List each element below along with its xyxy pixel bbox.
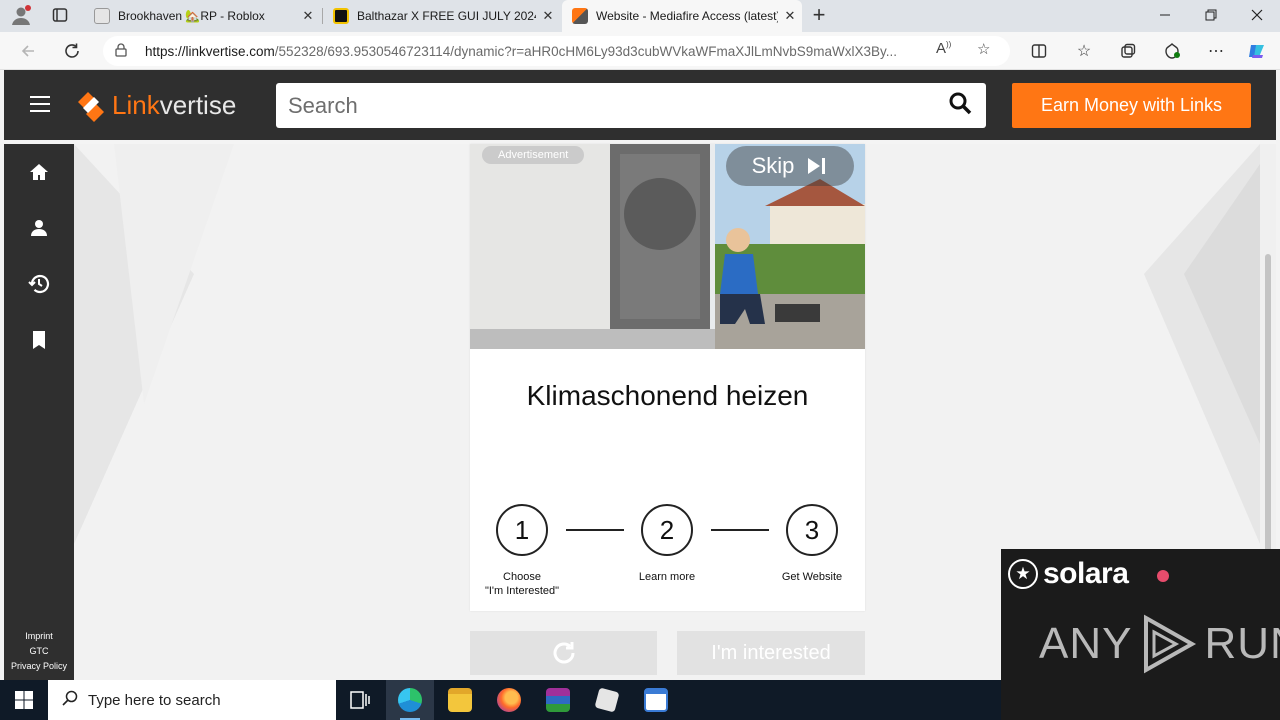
gtc-link[interactable]: GTC (4, 644, 74, 659)
window-close-icon[interactable] (1244, 3, 1270, 27)
copilot-icon[interactable] (1244, 39, 1270, 63)
linkvertise-logo-icon (78, 92, 104, 122)
tab-balthazar[interactable]: Balthazar X FREE GUI JULY 2024 | rscript… (323, 0, 560, 32)
ad-card: Advertisement Skip Klimaschonend heizen … (470, 144, 865, 611)
minimize-icon[interactable] (1152, 3, 1178, 27)
windows-taskbar: Type here to search (0, 680, 1001, 720)
refresh-icon (553, 642, 574, 664)
close-icon[interactable]: ✕ (536, 8, 560, 24)
anyrun-watermark: ANY RUN (1039, 614, 1280, 674)
start-button[interactable] (0, 680, 48, 720)
imprint-link[interactable]: Imprint (4, 629, 74, 644)
step-number: 3 (786, 504, 838, 556)
linkvertise-favicon-icon (572, 8, 588, 24)
logo-text-vertise: vertise (159, 89, 237, 120)
app-window-icon[interactable] (632, 680, 680, 720)
step-label-line1: Choose (503, 571, 541, 583)
step-label: Get Website (757, 570, 867, 584)
favorite-star-icon[interactable]: ☆ (977, 40, 990, 58)
close-icon[interactable]: ✕ (778, 8, 802, 24)
watermark-text-right: RUN (1204, 619, 1280, 668)
tab-actions-icon[interactable] (47, 3, 73, 27)
user-icon[interactable] (27, 216, 51, 240)
linkvertise-logo[interactable]: Link vertise (74, 88, 236, 122)
history-icon[interactable] (27, 272, 51, 296)
taskbar-search-placeholder: Type here to search (88, 691, 221, 709)
tab-title: Brookhaven 🏡RP - Roblox (118, 9, 265, 23)
refresh-ad-button[interactable] (470, 631, 657, 675)
skip-label: Skip (751, 153, 795, 178)
taskbar-search-input[interactable]: Type here to search (48, 680, 336, 720)
search-placeholder: Search (288, 92, 358, 118)
bookmark-icon[interactable] (27, 328, 51, 352)
solara-title: solara (1043, 557, 1129, 590)
task-view-icon[interactable] (336, 680, 384, 720)
windows-logo-icon (15, 691, 33, 709)
sidebar-footer: Imprint GTC Privacy Policy (4, 629, 74, 674)
restore-icon[interactable] (1198, 3, 1224, 27)
advertisement-badge: Advertisement (482, 146, 585, 164)
address-bar[interactable]: https://linkvertise.com /552328/693.9530… (103, 36, 1010, 66)
browser-tab-strip: Brookhaven 🏡RP - Roblox ✕ Balthazar X FR… (0, 0, 1280, 32)
more-options-icon[interactable]: ⋯ (1203, 39, 1229, 63)
tab-title: Website - Mediafire Access (latest) (596, 9, 778, 23)
skip-button[interactable]: Skip (726, 146, 854, 186)
collections-icon[interactable] (1115, 39, 1141, 63)
back-icon[interactable] (15, 39, 41, 63)
split-screen-icon[interactable] (1026, 39, 1052, 63)
read-aloud-icon[interactable]: A)) (936, 40, 951, 57)
browser-toolbar: https://linkvertise.com /552328/693.9530… (0, 32, 1280, 70)
play-icon (1144, 614, 1197, 674)
roblox-taskbar-icon[interactable] (583, 680, 631, 720)
file-explorer-icon[interactable] (436, 680, 484, 720)
tab-linkvertise[interactable]: Website - Mediafire Access (latest) ✕ (562, 0, 802, 32)
step-label-line1: Get Website (781, 571, 843, 583)
new-tab-button[interactable]: + (806, 2, 832, 27)
home-icon[interactable] (27, 160, 51, 184)
menu-icon[interactable] (30, 96, 50, 112)
refresh-icon[interactable] (59, 39, 85, 63)
tab-brookhaven[interactable]: Brookhaven 🏡RP - Roblox ✕ (84, 0, 320, 32)
step-number: 1 (496, 504, 548, 556)
search-icon[interactable] (948, 91, 972, 120)
profile-icon[interactable] (8, 3, 34, 27)
step-label: Choose "I'm Interested" (467, 570, 577, 598)
ad-image[interactable]: Advertisement Skip (470, 144, 865, 349)
browser-essentials-icon[interactable] (1159, 39, 1185, 63)
winrar-icon[interactable] (534, 680, 582, 720)
search-icon (62, 690, 78, 711)
roblox-favicon-icon (94, 8, 110, 24)
edge-taskbar-icon[interactable] (386, 680, 434, 720)
sidebar: Imprint GTC Privacy Policy (4, 144, 74, 680)
firefox-icon[interactable] (485, 680, 533, 720)
interested-button[interactable]: I'm interested (677, 631, 865, 675)
ad-headline: Klimaschonend heizen (526, 380, 809, 411)
step-1: 1 Choose "I'm Interested" (467, 504, 577, 598)
rscripts-favicon-icon (333, 8, 349, 24)
url-host: https://linkvertise.com (145, 43, 275, 59)
watermark-text-left: ANY (1039, 619, 1133, 668)
lock-icon[interactable] (115, 42, 145, 60)
solara-star-icon: ★ (1008, 559, 1038, 589)
step-label-line1: Learn more (638, 571, 696, 583)
step-2: 2 Learn more (612, 504, 722, 584)
tab-title: Balthazar X FREE GUI JULY 2024 | rscript… (357, 9, 536, 23)
site-header: Link vertise Search Earn Money with Link… (4, 70, 1276, 140)
earn-money-button[interactable]: Earn Money with Links (1012, 83, 1251, 128)
logo-text-link: Link (112, 89, 160, 120)
favorites-icon[interactable]: ☆ (1071, 39, 1097, 63)
step-3: 3 Get Website (757, 504, 867, 584)
step-label: Learn more (612, 570, 722, 584)
status-dot (1157, 570, 1169, 582)
site-search-input[interactable]: Search (276, 83, 986, 128)
skip-next-icon (808, 158, 826, 174)
close-icon[interactable]: ✕ (296, 8, 320, 24)
url-path: /552328/693.9530546723114/dynamic?r=aHR0… (274, 43, 897, 59)
solara-overlay: ★ solara ANY RUN (1001, 549, 1280, 720)
step-label-line2: "I'm Interested" (484, 585, 560, 597)
privacy-policy-link[interactable]: Privacy Policy (4, 659, 74, 674)
step-number: 2 (641, 504, 693, 556)
